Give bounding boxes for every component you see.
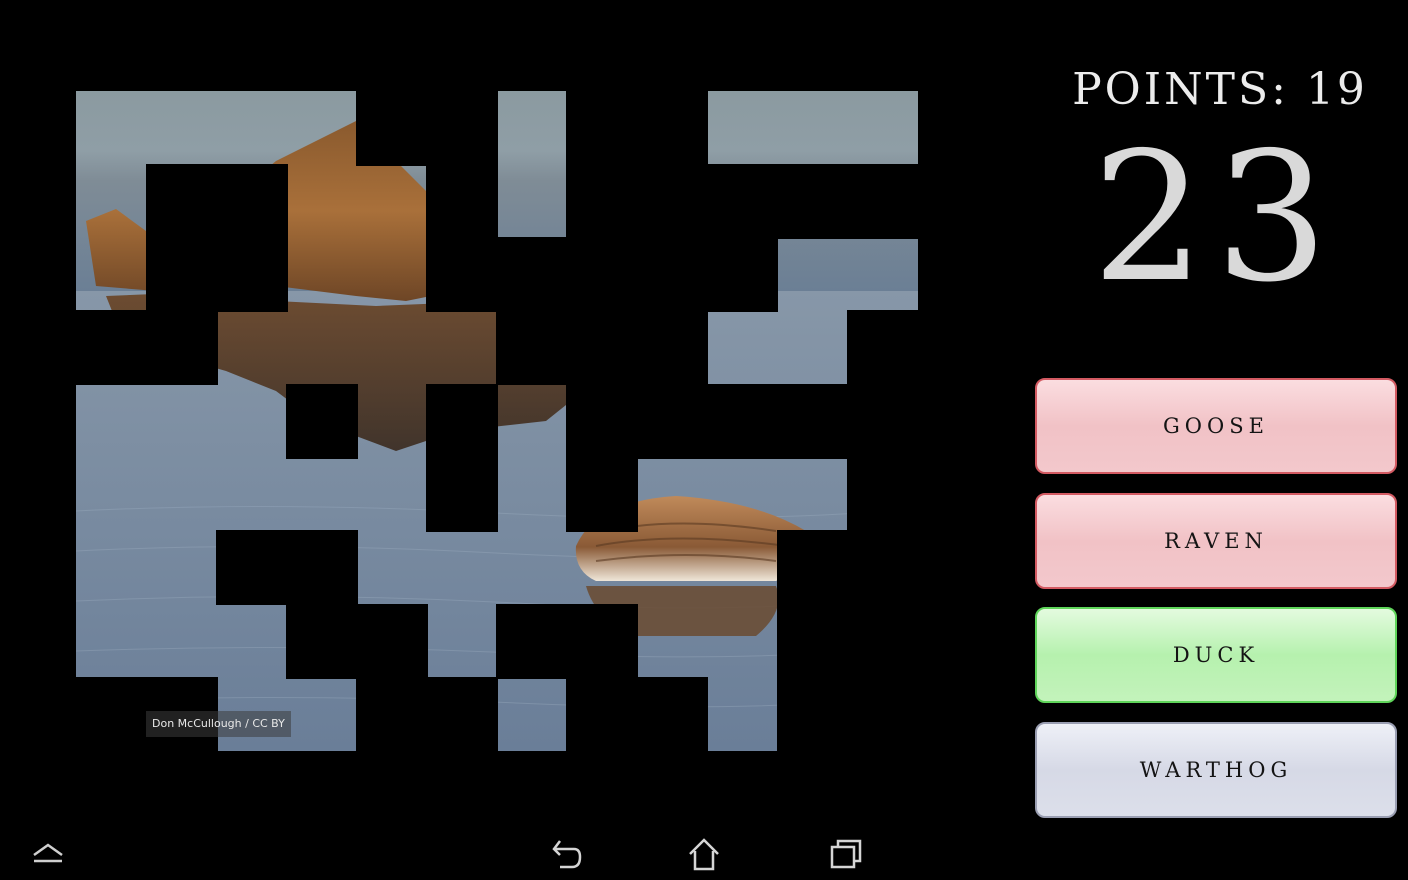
hidden-tile bbox=[847, 164, 918, 239]
hidden-tile bbox=[636, 237, 708, 312]
hidden-tile bbox=[216, 237, 288, 312]
hide-keyboard-icon[interactable] bbox=[26, 832, 70, 876]
points-value: 19 bbox=[1305, 64, 1368, 115]
hidden-tile bbox=[636, 310, 708, 385]
hidden-tiles bbox=[76, 91, 918, 751]
hidden-tile bbox=[426, 237, 498, 312]
hidden-tile bbox=[566, 310, 638, 385]
hidden-tile bbox=[777, 164, 849, 239]
hidden-tile bbox=[566, 604, 638, 679]
hidden-tile bbox=[706, 237, 778, 312]
hidden-tile bbox=[847, 530, 918, 605]
hidden-tile bbox=[777, 604, 849, 679]
hidden-tile bbox=[426, 384, 498, 459]
hidden-tile bbox=[356, 677, 428, 751]
hidden-tile bbox=[566, 384, 638, 459]
hidden-tile bbox=[496, 604, 568, 679]
answer-button-goose[interactable]: GOOSE bbox=[1035, 378, 1397, 474]
recent-apps-icon[interactable] bbox=[824, 832, 868, 876]
hidden-tile bbox=[286, 384, 358, 459]
game-screen: Don McCullough / CC BY POINTS: 19 23 GOO… bbox=[0, 0, 1408, 880]
hidden-tile bbox=[636, 91, 708, 166]
hidden-tile bbox=[777, 384, 849, 459]
hidden-tile bbox=[496, 310, 568, 385]
back-icon[interactable] bbox=[542, 832, 586, 876]
hidden-tile bbox=[216, 164, 288, 239]
hidden-tile bbox=[566, 91, 638, 166]
points-label: POINTS: bbox=[1072, 64, 1289, 115]
hidden-tile bbox=[636, 384, 708, 459]
hidden-tile bbox=[566, 457, 638, 532]
hidden-tile bbox=[847, 310, 918, 385]
hidden-tile bbox=[286, 604, 358, 679]
hidden-tile bbox=[496, 237, 568, 312]
points-display: POINTS: 19 bbox=[1040, 64, 1400, 115]
hidden-tile bbox=[636, 164, 708, 239]
answer-button-duck[interactable]: DUCK bbox=[1035, 607, 1397, 703]
hidden-tile bbox=[356, 604, 428, 679]
hidden-tile bbox=[146, 237, 218, 312]
hidden-tile bbox=[426, 677, 498, 751]
hidden-tile bbox=[426, 91, 498, 166]
countdown-timer: 23 bbox=[1091, 114, 1339, 321]
answer-button-warthog[interactable]: WARTHOG bbox=[1035, 722, 1397, 818]
hidden-tile bbox=[426, 164, 498, 239]
hidden-tile bbox=[706, 164, 778, 239]
hidden-tile bbox=[146, 164, 218, 239]
hidden-tile bbox=[777, 677, 849, 751]
hidden-tile bbox=[286, 530, 358, 605]
hidden-tile bbox=[356, 91, 428, 166]
hidden-tile bbox=[566, 164, 638, 239]
hidden-tile bbox=[777, 530, 849, 605]
hidden-tile bbox=[426, 457, 498, 532]
hidden-tile bbox=[566, 677, 638, 751]
hidden-tile bbox=[76, 310, 148, 385]
hidden-tile bbox=[847, 604, 918, 679]
hidden-tile bbox=[636, 677, 708, 751]
hidden-tile bbox=[146, 310, 218, 385]
hidden-tile bbox=[847, 677, 918, 751]
hidden-tile bbox=[847, 384, 918, 459]
hidden-tile bbox=[566, 237, 638, 312]
hidden-tile bbox=[76, 677, 148, 751]
answer-button-raven[interactable]: RAVEN bbox=[1035, 493, 1397, 589]
photo-credit: Don McCullough / CC BY bbox=[146, 711, 291, 737]
hidden-tile bbox=[706, 384, 778, 459]
home-icon[interactable] bbox=[682, 832, 726, 876]
hidden-tile bbox=[847, 457, 918, 532]
puzzle-image bbox=[76, 91, 918, 751]
hidden-tile bbox=[216, 530, 288, 605]
